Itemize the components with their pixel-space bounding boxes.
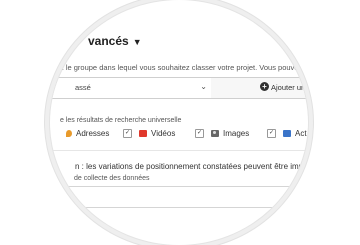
universal-results-hint: e les résultats de recherche universelle [60, 117, 182, 124]
images-checkbox[interactable]: ✓ [195, 128, 204, 138]
option-images[interactable]: ✓ Images [195, 127, 249, 139]
option-videos[interactable]: ✓ Vidéos [123, 127, 175, 139]
section-divider [50, 150, 308, 151]
option-videos-label: Vidéos [151, 128, 176, 138]
group-select-value: assé [75, 83, 91, 92]
screenshot-stage: vancés ▼ z le groupe dans lequel vous sou… [0, 0, 360, 245]
act-checkbox[interactable]: ✓ [267, 128, 276, 138]
position-variation-note: n : les variations de positionnement con… [75, 162, 308, 171]
chevron-down-icon: ▼ [132, 37, 142, 47]
news-icon [283, 129, 291, 137]
chevron-down-icon: ⌄ [200, 82, 207, 91]
option-adresses[interactable]: Adresses [66, 127, 109, 139]
camera-icon [211, 129, 219, 137]
add-group-button[interactable]: + Ajouter un [211, 77, 308, 99]
advanced-section-toggle[interactable]: vancés ▼ [88, 34, 142, 48]
option-act[interactable]: ✓ Act [267, 127, 307, 139]
data-collection-note: de collecte des données [74, 175, 150, 182]
option-images-label: Images [223, 128, 250, 138]
map-pin-icon [66, 129, 72, 137]
bottom-field[interactable] [50, 186, 308, 208]
advanced-section-title: vancés [88, 34, 129, 48]
settings-panel: vancés ▼ z le groupe dans lequel vous sou… [50, 0, 308, 245]
add-group-button-label: Ajouter un [271, 83, 306, 92]
option-act-label: Act [295, 128, 307, 138]
magnifier-circle: vancés ▼ z le groupe dans lequel vous sou… [50, 0, 308, 245]
videos-checkbox[interactable]: ✓ [123, 128, 132, 138]
option-adresses-label: Adresses [76, 128, 110, 138]
video-icon [139, 129, 147, 137]
group-hint: z le groupe dans lequel vous souhaitez c… [60, 63, 308, 72]
group-select[interactable]: assé ⌄ [50, 77, 214, 99]
plus-circle-icon: + [260, 82, 269, 91]
